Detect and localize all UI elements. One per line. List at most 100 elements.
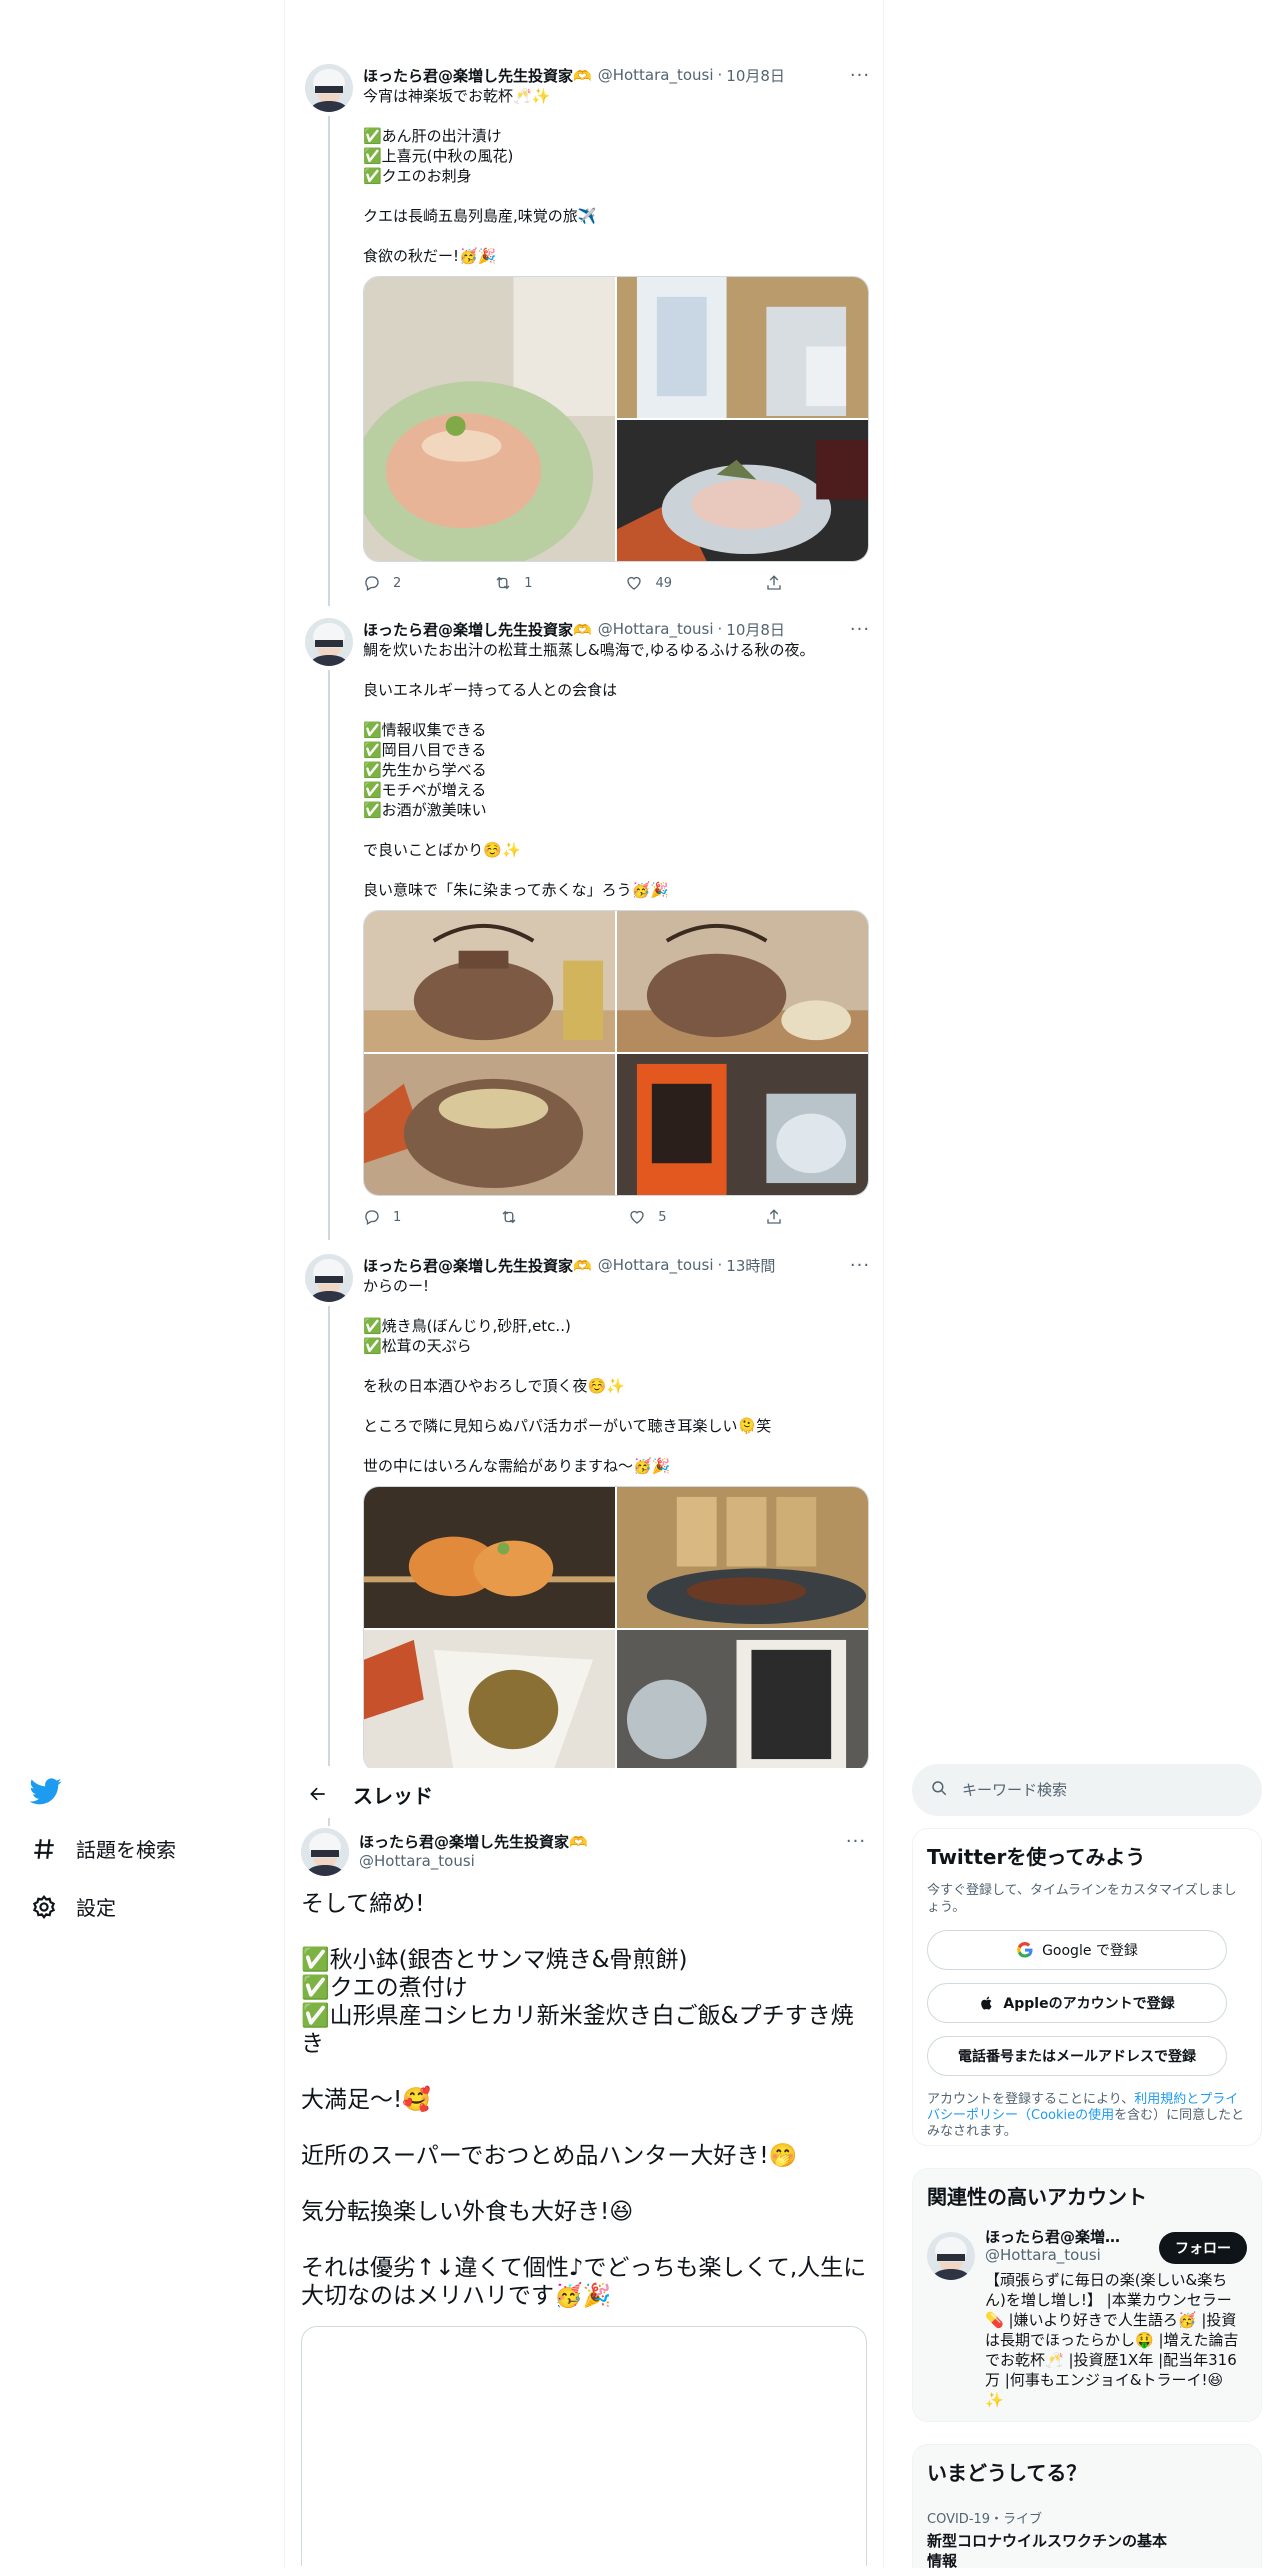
reply-count: 1 bbox=[393, 1209, 402, 1225]
gear-icon bbox=[30, 1893, 58, 1921]
tweet-author-name[interactable]: ほったら君@楽増し先生投資家🫶 bbox=[359, 1831, 588, 1852]
tweet-timestamp[interactable]: 13時間 bbox=[726, 1255, 775, 1276]
tweet-timestamp[interactable]: 10月8日 bbox=[726, 65, 785, 86]
tweet-body: ほったら君@楽増し先生投資家🫶 @Hottara_tousi · 10月8日 ·… bbox=[363, 64, 871, 600]
tweet-body: ほったら君@楽増し先生投資家🫶 @Hottara_tousi · 10月8日 ·… bbox=[363, 618, 871, 1234]
avatar[interactable] bbox=[301, 1828, 349, 1876]
avatar[interactable] bbox=[305, 64, 353, 112]
apple-icon bbox=[979, 1995, 995, 2011]
trends-title: いまどうしてる？ bbox=[927, 2461, 1087, 2485]
apple-signup-button[interactable]: Appleのアカウントで登録 bbox=[927, 1983, 1227, 2023]
separator-dot: · bbox=[717, 620, 723, 638]
tweet-author-handle[interactable]: @Hottara_tousi bbox=[359, 1852, 475, 1870]
tweet-author-name[interactable]: ほったら君@楽増し先生投資家🫶 bbox=[363, 65, 592, 86]
tweet-text: 鯛を炊いたお出汁の松茸土瓶蒸し&鳴海で,ゆるゆるふける秋の夜。 良いエネルギー持… bbox=[363, 641, 815, 899]
retweet-button[interactable]: 1 bbox=[494, 574, 533, 592]
tweet-body: ほったら君@楽増し先生投資家🫶 @Hottara_tousi · 13時間 ··… bbox=[363, 1254, 871, 1772]
signup-card-title: Twitterを使ってみよう bbox=[927, 1845, 1146, 1869]
photo-food-plate[interactable] bbox=[364, 277, 615, 561]
photo-sashimi[interactable] bbox=[617, 420, 868, 561]
follow-button[interactable]: フォロー bbox=[1159, 2232, 1247, 2264]
photo-sake-label[interactable] bbox=[617, 1054, 868, 1195]
trend-meta: COVID-19・ライブ bbox=[927, 2512, 1043, 2527]
photo-teapot-cup[interactable] bbox=[617, 911, 868, 1052]
nav-settings[interactable]: 設定 bbox=[30, 1892, 116, 1921]
nav-explore-label: 話題を検索 bbox=[76, 1838, 176, 1862]
reply-icon bbox=[365, 1210, 379, 1225]
reply-button[interactable]: 1 bbox=[363, 1208, 401, 1226]
tweet-author-name[interactable]: ほったら君@楽増し先生投資家🫶 bbox=[363, 619, 592, 640]
tweet-media-grid[interactable] bbox=[363, 1486, 869, 1772]
avatar[interactable] bbox=[305, 1254, 353, 1302]
like-button[interactable]: 49 bbox=[625, 574, 672, 592]
twitter-bird-icon[interactable] bbox=[29, 1775, 64, 1809]
avatar[interactable] bbox=[927, 2232, 975, 2280]
back-button[interactable] bbox=[301, 1777, 335, 1811]
search-icon bbox=[930, 1779, 948, 1801]
thread-line bbox=[328, 1306, 330, 1766]
tweet-header: ほったら君@楽増し先生投資家🫶 bbox=[359, 1830, 588, 1852]
phone-email-signup-label: 電話番号またはメールアドレスで登録 bbox=[958, 2049, 1196, 2065]
separator-dot: · bbox=[717, 1256, 723, 1274]
reply-button[interactable]: 2 bbox=[363, 574, 401, 592]
nav-settings-label: 設定 bbox=[76, 1896, 116, 1920]
account-name[interactable]: ほったら君@楽増し... bbox=[985, 2226, 1135, 2247]
account-row[interactable]: ほったら君@楽増し... @Hottara_tousi フォロー 【頑張らずに毎… bbox=[927, 2224, 1247, 2414]
retweet-button[interactable] bbox=[500, 1208, 530, 1226]
photo-teapot-open[interactable] bbox=[364, 1054, 615, 1195]
thread-tweet[interactable]: ほったら君@楽増し先生投資家🫶 @Hottara_tousi · 13時間 ··… bbox=[305, 1254, 869, 1772]
like-button[interactable]: 5 bbox=[628, 1208, 667, 1226]
hashtag-icon bbox=[30, 1835, 58, 1863]
tweet-author-handle[interactable]: @Hottara_tousi bbox=[598, 66, 714, 84]
thread-tweet[interactable]: ほったら君@楽増し先生投資家🫶 @Hottara_tousi · 10月8日 ·… bbox=[305, 618, 869, 1240]
tweet-media[interactable] bbox=[301, 2326, 867, 2566]
photo-sake-bottle-2[interactable] bbox=[617, 1630, 868, 1771]
more-options-icon[interactable]: ··· bbox=[849, 1254, 871, 1276]
avatar[interactable] bbox=[305, 618, 353, 666]
share-button[interactable] bbox=[765, 1208, 783, 1226]
apple-signup-label: Appleのアカウントで登録 bbox=[1003, 1996, 1175, 2012]
tweet-text: そして締め! ✅秋小鉢(銀杏とサンマ焼き&骨煎餅) ✅クエの煮付け ✅山形県産コ… bbox=[301, 1891, 867, 2309]
photo-yakitori[interactable] bbox=[364, 1487, 615, 1628]
tweet-media-grid[interactable] bbox=[363, 910, 869, 1196]
thread-line bbox=[328, 670, 330, 1240]
share-button[interactable] bbox=[765, 574, 783, 592]
tweet-timestamp[interactable]: 10月8日 bbox=[726, 619, 785, 640]
relevant-accounts-title: 関連性の高いアカウント bbox=[927, 2185, 1147, 2209]
more-options-icon[interactable]: ··· bbox=[849, 618, 871, 640]
separator-dot: · bbox=[717, 66, 723, 84]
phone-email-signup-button[interactable]: 電話番号またはメールアドレスで登録 bbox=[927, 2036, 1227, 2076]
heart-icon bbox=[627, 576, 642, 590]
tweet-header: ほったら君@楽増し先生投資家🫶 @Hottara_tousi · 13時間 bbox=[363, 1254, 871, 1276]
signup-legal-text: アカウントを登録することにより、利用規約とプライバシーポリシー（Cookieの使… bbox=[927, 2092, 1247, 2140]
tweet-actions: 1 5 bbox=[363, 1200, 783, 1234]
tweet-author-handle[interactable]: @Hottara_tousi bbox=[598, 620, 714, 638]
heart-icon bbox=[630, 1210, 644, 1224]
google-signup-button[interactable]: Google で登録 bbox=[927, 1930, 1227, 1970]
trend-headline[interactable]: 新型コロナウイルスワクチンの基本情報 bbox=[927, 2531, 1167, 2568]
more-options-icon[interactable]: ··· bbox=[849, 64, 871, 86]
tweet-media-grid[interactable] bbox=[363, 276, 869, 562]
photo-skewers[interactable] bbox=[617, 1487, 868, 1628]
thread-tweet[interactable]: ほったら君@楽増し先生投資家🫶 @Hottara_tousi · 10月8日 ·… bbox=[305, 64, 869, 606]
legal-prefix: アカウントを登録することにより、 bbox=[927, 2092, 1135, 2107]
search-input[interactable] bbox=[962, 1781, 1222, 1799]
account-handle[interactable]: @Hottara_tousi bbox=[985, 2246, 1101, 2264]
share-icon bbox=[767, 1209, 781, 1224]
more-options-icon[interactable]: ··· bbox=[845, 1830, 867, 1852]
tweet-author-handle[interactable]: @Hottara_tousi bbox=[598, 1256, 714, 1274]
photo-sake-bottle[interactable] bbox=[617, 277, 868, 418]
reply-count: 2 bbox=[393, 575, 402, 591]
arrow-left-icon bbox=[310, 1787, 325, 1801]
signup-card: Twitterを使ってみよう 今すぐ登録して、タイムラインをカスタマイズしましょ… bbox=[912, 1828, 1262, 2146]
google-icon bbox=[1016, 1941, 1034, 1959]
photo-tempura[interactable] bbox=[364, 1630, 615, 1771]
nav-explore[interactable]: 話題を検索 bbox=[30, 1834, 176, 1863]
main-column: ほったら君@楽増し先生投資家🫶 @Hottara_tousi · 10月8日 ·… bbox=[284, 0, 884, 2568]
like-count: 49 bbox=[655, 575, 673, 591]
tweet-actions: 2 1 49 bbox=[363, 566, 783, 600]
like-count: 5 bbox=[658, 1209, 667, 1225]
search-box[interactable] bbox=[912, 1764, 1262, 1816]
photo-teapot[interactable] bbox=[364, 911, 615, 1052]
tweet-author-name[interactable]: ほったら君@楽増し先生投資家🫶 bbox=[363, 1255, 592, 1276]
